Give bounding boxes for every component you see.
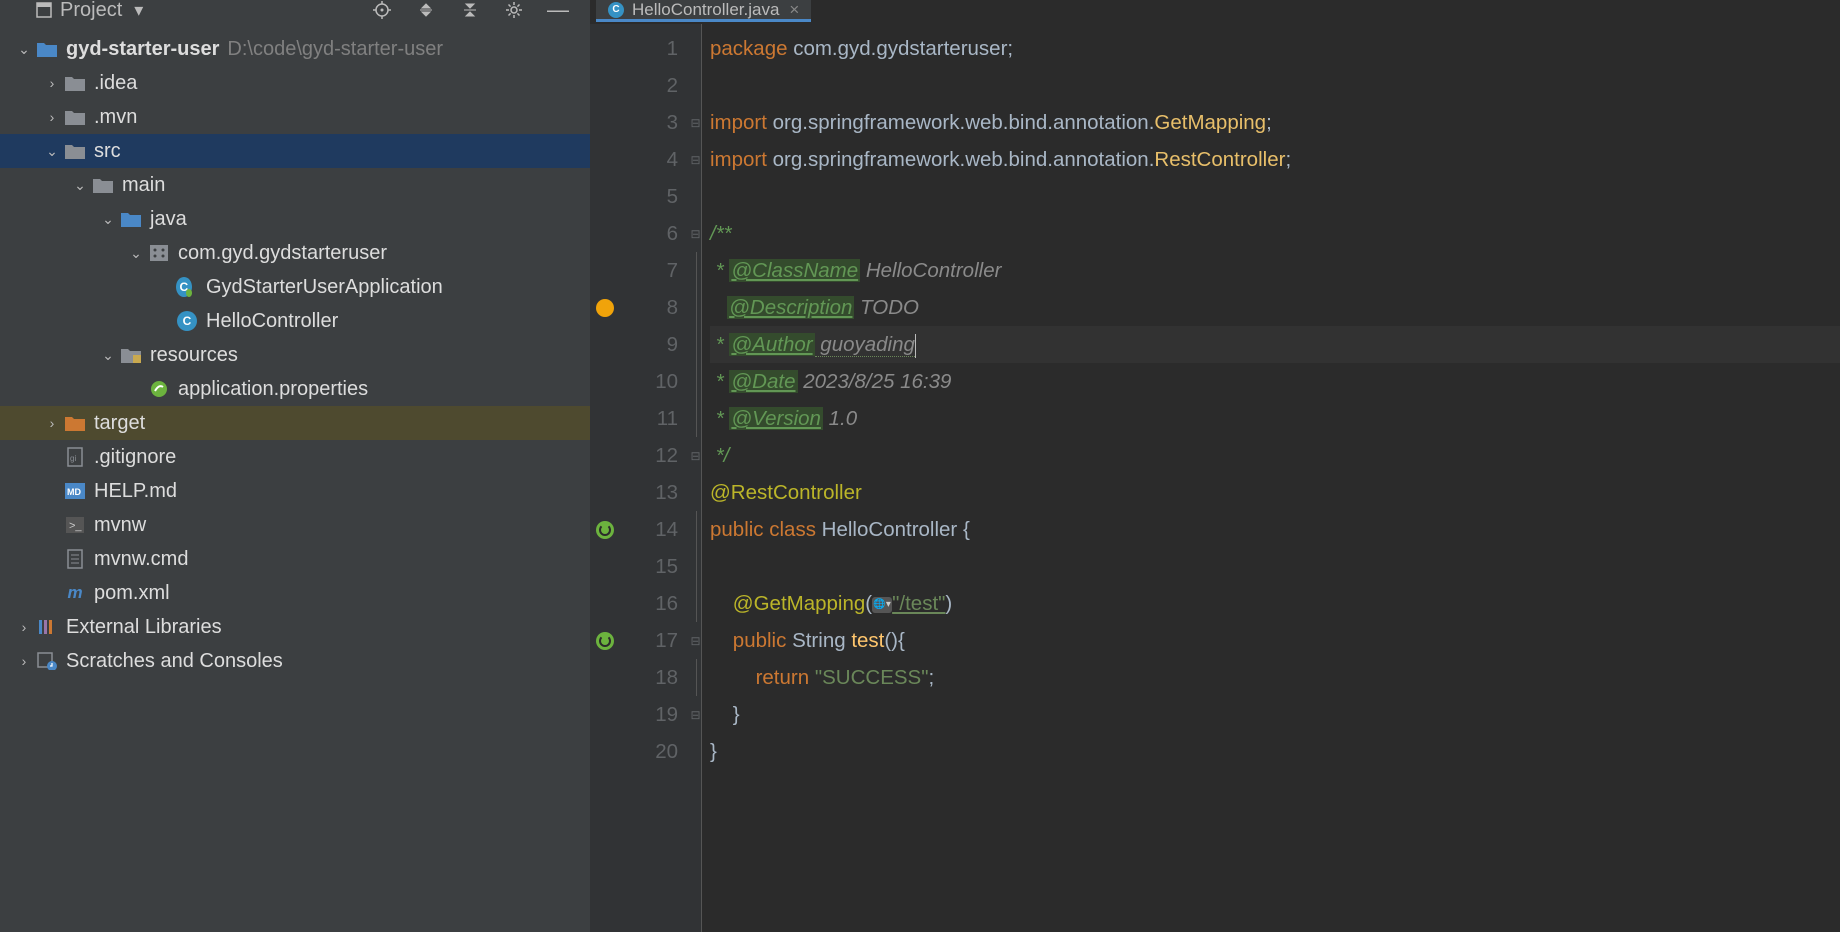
editor-tabs: C HelloController.java × bbox=[590, 0, 1840, 24]
tree-item-mvnw[interactable]: >_mvnw bbox=[0, 508, 590, 542]
folder-icon bbox=[64, 72, 86, 94]
spring-config-icon bbox=[148, 378, 170, 400]
chevron-right-icon[interactable]: › bbox=[42, 75, 62, 91]
gutter-icons bbox=[590, 24, 620, 932]
tree-item-external-libraries[interactable]: ›External Libraries bbox=[0, 610, 590, 644]
folder-icon bbox=[64, 140, 86, 162]
tab-label: HelloController.java bbox=[632, 0, 779, 20]
tree-item-main[interactable]: ⌄main bbox=[0, 168, 590, 202]
editor-tab[interactable]: C HelloController.java × bbox=[596, 0, 811, 22]
dropdown-icon[interactable]: ▾ bbox=[134, 0, 143, 21]
project-root[interactable]: ⌄ gyd-starter-user D:\code\gyd-starter-u… bbox=[0, 32, 590, 66]
tree-item-help[interactable]: MDHELP.md bbox=[0, 474, 590, 508]
url-icon[interactable]: 🌐▾ bbox=[872, 597, 892, 613]
module-icon bbox=[36, 38, 58, 60]
chevron-down-icon[interactable]: ⌄ bbox=[126, 245, 146, 262]
spring-bean-icon[interactable] bbox=[596, 632, 614, 650]
tree-item-java[interactable]: ⌄java bbox=[0, 202, 590, 236]
collapse-all-icon[interactable] bbox=[456, 0, 484, 21]
tree-item-mvnw-cmd[interactable]: mvnw.cmd bbox=[0, 542, 590, 576]
code-content[interactable]: package com.gyd.gydstarteruser; import o… bbox=[702, 24, 1840, 932]
chevron-down-icon[interactable]: ⌄ bbox=[70, 177, 90, 194]
file-icon bbox=[64, 548, 86, 570]
line-numbers: 1234567891011121314151617181920 bbox=[620, 24, 690, 932]
close-icon[interactable]: × bbox=[789, 0, 799, 20]
scratches-icon bbox=[36, 650, 58, 672]
svg-text:gi: gi bbox=[70, 454, 76, 463]
file-icon: gi bbox=[64, 446, 86, 468]
fold-toggle[interactable]: ⊟ bbox=[690, 104, 701, 141]
expand-all-icon[interactable] bbox=[412, 0, 440, 21]
fold-toggle[interactable]: ⊟ bbox=[690, 696, 701, 733]
tree-item-controller-class[interactable]: CHelloController bbox=[0, 304, 590, 338]
tree-item-gitignore[interactable]: gi.gitignore bbox=[0, 440, 590, 474]
tree-item-idea[interactable]: ›.idea bbox=[0, 66, 590, 100]
package-icon bbox=[148, 242, 170, 264]
chevron-down-icon[interactable]: ⌄ bbox=[98, 347, 118, 364]
locate-icon[interactable] bbox=[368, 0, 396, 21]
chevron-down-icon[interactable]: ⌄ bbox=[98, 211, 118, 228]
root-name: gyd-starter-user bbox=[66, 38, 219, 61]
hide-icon[interactable]: — bbox=[544, 0, 572, 21]
chevron-down-icon[interactable]: ⌄ bbox=[14, 41, 34, 58]
resources-folder-icon bbox=[120, 344, 142, 366]
folder-icon bbox=[92, 174, 114, 196]
intention-bulb-icon[interactable] bbox=[596, 299, 614, 317]
tree-item-target[interactable]: ›target bbox=[0, 406, 590, 440]
svg-text:MD: MD bbox=[67, 487, 81, 497]
svg-text:>_: >_ bbox=[69, 520, 82, 532]
chevron-right-icon[interactable]: › bbox=[42, 109, 62, 125]
project-toolbar: Project ▾ — bbox=[0, 0, 590, 24]
fold-toggle[interactable]: ⊟ bbox=[690, 622, 701, 659]
tree-item-resources[interactable]: ⌄resources bbox=[0, 338, 590, 372]
tree-item-scratches[interactable]: ›Scratches and Consoles bbox=[0, 644, 590, 678]
fold-toggle[interactable]: ⊟ bbox=[690, 437, 701, 474]
spring-bean-icon[interactable] bbox=[596, 521, 614, 539]
code-editor[interactable]: 1234567891011121314151617181920 ⊟⊟⊟⊟⊟⊟ p… bbox=[590, 24, 1840, 932]
folder-icon bbox=[64, 412, 86, 434]
tree-item-pom[interactable]: mpom.xml bbox=[0, 576, 590, 610]
project-tree[interactable]: ⌄ gyd-starter-user D:\code\gyd-starter-u… bbox=[0, 24, 590, 932]
tree-item-src[interactable]: ⌄src bbox=[0, 134, 590, 168]
settings-icon[interactable] bbox=[500, 0, 528, 21]
chevron-right-icon[interactable]: › bbox=[14, 653, 34, 669]
tree-item-package[interactable]: ⌄com.gyd.gydstarteruser bbox=[0, 236, 590, 270]
chevron-down-icon[interactable]: ⌄ bbox=[42, 143, 62, 160]
maven-icon: m bbox=[64, 582, 86, 604]
folder-icon bbox=[64, 106, 86, 128]
root-path: D:\code\gyd-starter-user bbox=[227, 38, 443, 61]
chevron-right-icon[interactable]: › bbox=[14, 619, 34, 635]
fold-gutter[interactable]: ⊟⊟⊟⊟⊟⊟ bbox=[690, 24, 702, 932]
window-icon bbox=[36, 2, 52, 18]
class-icon: C bbox=[176, 276, 198, 298]
fold-toggle[interactable]: ⊟ bbox=[690, 215, 701, 252]
tree-item-mvn[interactable]: ›.mvn bbox=[0, 100, 590, 134]
fold-toggle[interactable]: ⊟ bbox=[690, 141, 701, 178]
shell-icon: >_ bbox=[64, 514, 86, 536]
editor-area: C HelloController.java × 123456789101112… bbox=[590, 0, 1840, 932]
class-icon: C bbox=[176, 310, 198, 332]
class-icon: C bbox=[608, 2, 624, 18]
tree-item-app-properties[interactable]: application.properties bbox=[0, 372, 590, 406]
project-tool-window: Project ▾ — ⌄ gyd-starter-user D:\code\g… bbox=[0, 0, 590, 932]
libraries-icon bbox=[36, 616, 58, 638]
project-title[interactable]: Project bbox=[60, 0, 122, 22]
markdown-icon: MD bbox=[64, 480, 86, 502]
text-cursor bbox=[915, 334, 916, 358]
tree-item-app-class[interactable]: CGydStarterUserApplication bbox=[0, 270, 590, 304]
source-folder-icon bbox=[120, 208, 142, 230]
chevron-right-icon[interactable]: › bbox=[42, 415, 62, 431]
